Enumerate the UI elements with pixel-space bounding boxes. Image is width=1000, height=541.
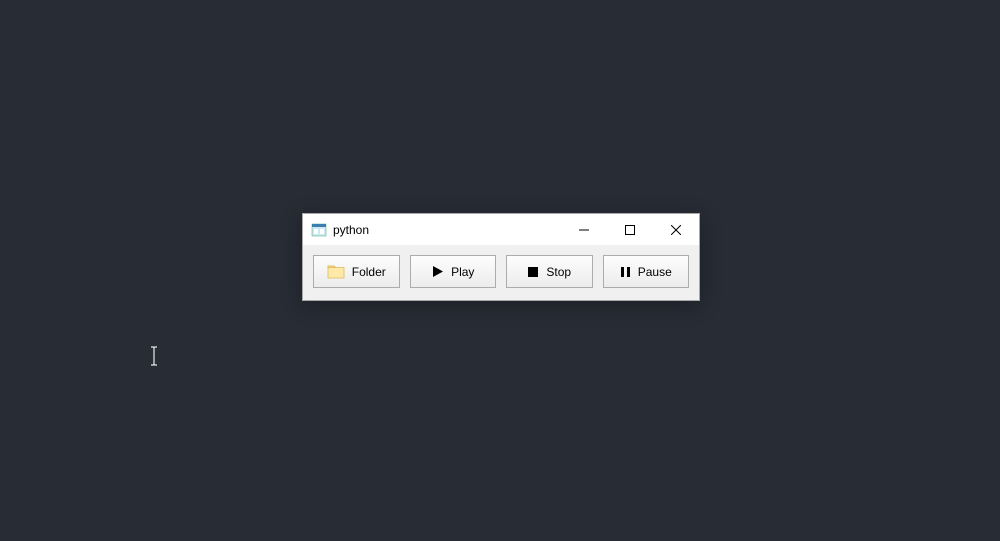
close-button[interactable] — [653, 214, 699, 245]
titlebar[interactable]: python — [303, 214, 699, 245]
folder-icon — [327, 264, 345, 279]
stop-button[interactable]: Stop — [506, 255, 593, 288]
play-button[interactable]: Play — [410, 255, 497, 288]
folder-button[interactable]: Folder — [313, 255, 400, 288]
play-icon — [431, 265, 444, 278]
pause-button-label: Pause — [638, 265, 672, 279]
app-icon — [311, 222, 327, 238]
stop-button-label: Stop — [546, 265, 571, 279]
pause-icon — [620, 266, 631, 278]
folder-button-label: Folder — [352, 265, 386, 279]
toolbar: Folder Play Stop — [303, 245, 699, 300]
window-title: python — [333, 223, 561, 237]
app-window: python — [302, 213, 700, 301]
play-button-label: Play — [451, 265, 474, 279]
window-controls — [561, 214, 699, 245]
close-icon — [671, 225, 681, 235]
pause-button[interactable]: Pause — [603, 255, 690, 288]
minimize-icon — [579, 225, 589, 235]
maximize-button[interactable] — [607, 214, 653, 245]
text-cursor-icon — [149, 346, 159, 366]
stop-icon — [527, 266, 539, 278]
maximize-icon — [625, 225, 635, 235]
minimize-button[interactable] — [561, 214, 607, 245]
